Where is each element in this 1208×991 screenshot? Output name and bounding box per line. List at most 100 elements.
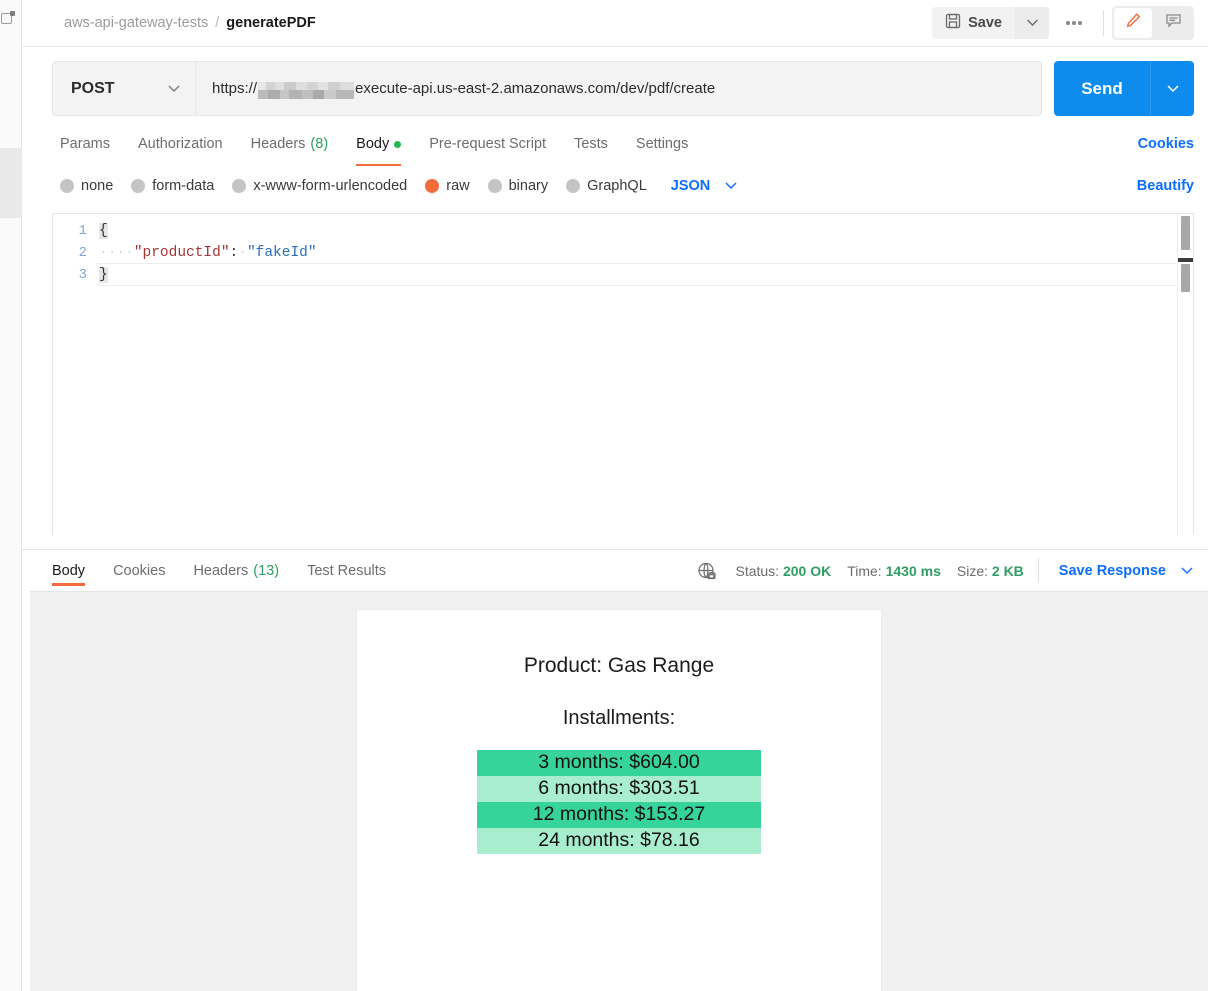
pdf-installments-heading: Installments: (562, 707, 676, 729)
body-type-graphql[interactable]: GraphQL (566, 178, 647, 194)
radio-icon-raw-selected (425, 179, 440, 193)
response-tab-headers-count: (13) (253, 562, 280, 579)
table-row: 24 months: $78.16 (477, 828, 761, 854)
response-tab-cookies[interactable]: Cookies (99, 550, 179, 592)
response-bar: Body Cookies Headers (13) Test Results S… (22, 549, 1208, 591)
body-type-binary[interactable]: binary (487, 178, 548, 194)
size-value: 2 KB (991, 562, 1024, 579)
method-selector[interactable]: POST (52, 61, 195, 116)
chevron-down-icon (724, 178, 738, 194)
tab-tests[interactable]: Tests (560, 126, 622, 162)
tab-pre-request-script-label: Pre-request Script (429, 136, 547, 152)
body-type-graphql-label: GraphQL (587, 178, 647, 194)
view-toggle-group (1112, 6, 1194, 40)
body-type-form-data-label: form-data (152, 178, 215, 194)
more-horizontal-icon (1066, 21, 1070, 25)
tab-authorization[interactable]: Authorization (124, 126, 237, 162)
header-divider (1103, 10, 1104, 36)
response-tab-body[interactable]: Body (44, 550, 99, 592)
response-tab-test-results[interactable]: Test Results (293, 550, 400, 592)
url-bar: POST https:// execute-api.us-east-2.amazo… (22, 47, 1208, 116)
cookies-link[interactable]: Cookies (1138, 136, 1194, 152)
header-actions: Save (932, 6, 1194, 40)
tab-pre-request-script[interactable]: Pre-request Script (415, 126, 560, 162)
body-type-urlencoded[interactable]: x-www-form-urlencoded (232, 178, 407, 194)
collection-icon[interactable] (1, 11, 15, 24)
url-prefix: https:// (212, 80, 258, 97)
editor-scrollbar-thumb-lower[interactable] (1181, 264, 1190, 292)
response-tab-headers[interactable]: Headers (13) (179, 550, 293, 592)
response-tab-headers-label: Headers (193, 562, 249, 579)
code-close-brace: } (99, 267, 108, 283)
status-group: Status: 200 OK (735, 563, 831, 579)
code-line-1: { (97, 220, 1193, 242)
body-type-raw[interactable]: raw (425, 178, 470, 194)
tab-params-label: Params (60, 136, 110, 152)
beautify-link[interactable]: Beautify (1137, 178, 1194, 194)
save-response-label: Save Response (1058, 562, 1166, 579)
table-row: 3 months: $604.00 (477, 750, 761, 776)
save-button[interactable]: Save (932, 7, 1015, 39)
installment-3-months: 3 months: $604.00 (477, 750, 761, 776)
chevron-down-icon (1180, 563, 1194, 579)
code-json-key: "productId" (133, 245, 230, 261)
body-type-none[interactable]: none (60, 178, 113, 194)
editor-code-area[interactable]: { ····"productId":·"fakeId" } (97, 214, 1193, 535)
line-number: 1 (78, 223, 87, 239)
radio-icon-graphql (566, 179, 581, 193)
url-input[interactable]: https:// execute-api.us-east-2.amazonaws.… (195, 61, 1042, 116)
line-number: 3 (78, 267, 87, 283)
editor-scrollbar[interactable] (1177, 214, 1193, 535)
status-label: Status: (735, 562, 780, 579)
editor-scrollbar-thumb[interactable] (1181, 216, 1190, 250)
code-open-brace: { (99, 223, 108, 239)
send-dropdown-button[interactable] (1150, 61, 1194, 116)
response-tabs: Body Cookies Headers (13) Test Results (44, 550, 400, 592)
body-type-none-label: none (81, 178, 114, 194)
size-group: Size: 2 KB (957, 563, 1024, 579)
more-horizontal-icon-dot2 (1072, 21, 1076, 25)
breadcrumb-request-name[interactable]: generatePDF (226, 15, 315, 31)
table-row: 6 months: $303.51 (477, 776, 761, 802)
raw-format-selector[interactable]: JSON (671, 178, 739, 194)
radio-icon-none (60, 179, 74, 193)
pdf-preview-viewer[interactable]: Product: Gas Range Installments: 3 month… (30, 591, 1208, 991)
tab-settings[interactable]: Settings (622, 126, 702, 162)
tab-settings-label: Settings (635, 136, 689, 152)
line-number: 2 (78, 245, 87, 261)
code-json-colon: : (229, 245, 239, 261)
url-suffix: execute-api.us-east-2.amazonaws.com/dev/… (355, 80, 716, 97)
tab-authorization-label: Authorization (137, 136, 223, 152)
chevron-down-icon (1026, 14, 1039, 32)
comment-mode-button[interactable] (1154, 8, 1192, 38)
globe-lock-icon[interactable] (697, 561, 717, 581)
postman-app-window: aws-api-gateway-tests / generatePDF Save… (0, 0, 1208, 991)
tab-tests-label: Tests (574, 136, 608, 152)
request-header-bar: aws-api-gateway-tests / generatePDF Save (22, 0, 1208, 47)
save-dropdown-button[interactable] (1015, 7, 1049, 39)
installment-6-months: 6 months: $303.51 (477, 776, 761, 802)
tab-body[interactable]: Body (342, 126, 415, 166)
edit-mode-button[interactable] (1114, 8, 1152, 38)
code-indent-dots: ···· (99, 245, 134, 261)
tab-params[interactable]: Params (52, 126, 124, 162)
body-type-form-data[interactable]: form-data (131, 178, 214, 194)
send-button[interactable]: Send (1054, 61, 1150, 116)
time-label: Time: (847, 562, 882, 579)
table-row: 12 months: $153.27 (477, 802, 761, 828)
tab-headers[interactable]: Headers (8) (237, 126, 343, 162)
breadcrumb-separator: / (215, 15, 220, 31)
code-line-3: } (97, 264, 1193, 286)
request-body-editor[interactable]: 1 2 3 { ····"productId":·"fakeId" } (52, 213, 1194, 535)
save-button-group: Save (932, 7, 1049, 39)
breadcrumb-collection[interactable]: aws-api-gateway-tests (64, 15, 208, 31)
method-label: POST (71, 79, 115, 97)
more-actions-button[interactable] (1053, 7, 1095, 39)
comment-icon (1165, 12, 1182, 34)
sidebar-selected-item[interactable] (0, 148, 22, 218)
time-group: Time: 1430 ms (847, 563, 941, 579)
installment-12-months: 12 months: $153.27 (477, 802, 761, 828)
raw-format-label: JSON (670, 178, 711, 194)
pencil-icon (1125, 12, 1142, 34)
save-response-button[interactable]: Save Response (1059, 563, 1194, 579)
